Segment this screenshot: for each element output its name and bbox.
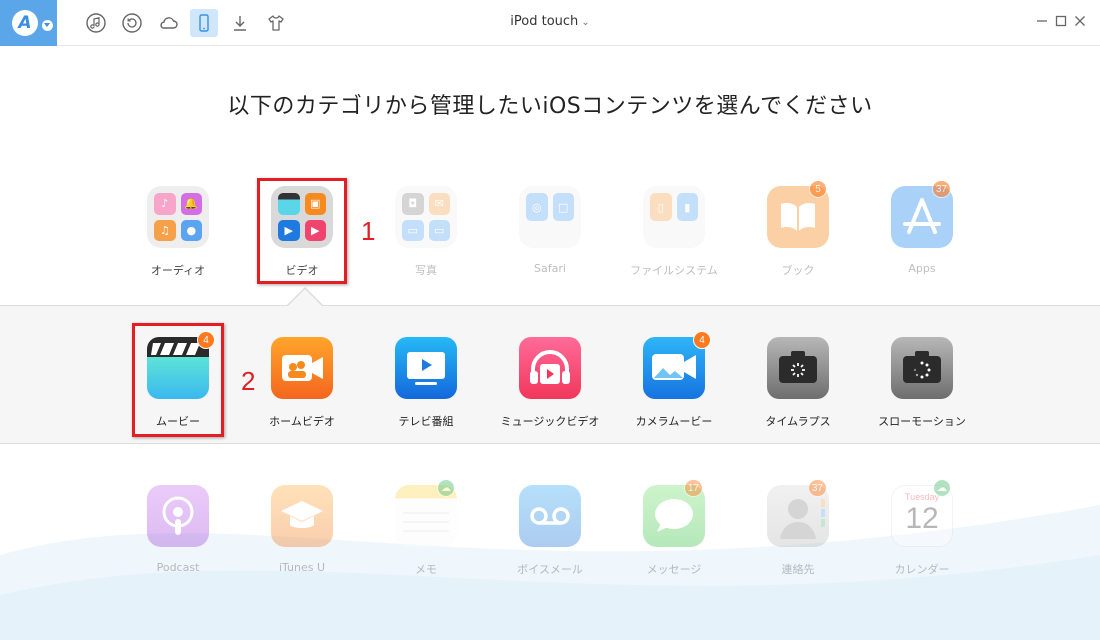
podcast-icon (147, 485, 209, 547)
timelapse-icon (767, 337, 829, 399)
category-filesystem[interactable]: ▯ ▮ ファイルシステム (624, 186, 724, 278)
subcategory-slow-motion[interactable]: スローモーション (872, 337, 972, 429)
calendar-date: 12 (905, 502, 939, 535)
music-video-icon (519, 337, 581, 399)
subcategory-tv-shows[interactable]: テレビ番組 (376, 337, 476, 429)
category-messages[interactable]: 17 メッセージ (624, 479, 724, 577)
annotation-box-video (257, 178, 347, 284)
cloud-sync-icon: ☁ (933, 479, 951, 497)
category-apps[interactable]: 37 Apps (872, 180, 972, 275)
camera-movie-icon: 4 (643, 331, 711, 399)
subcategory-label: スローモーション (878, 415, 966, 428)
tv-shows-icon (395, 337, 457, 399)
category-contacts[interactable]: 37 連絡先 (748, 479, 848, 577)
category-label: ボイスメール (517, 563, 583, 576)
filesystem-folder-icon: ▯ ▮ (643, 186, 705, 248)
voicemail-icon (519, 485, 581, 547)
device-name: iPod touch (510, 14, 579, 29)
subcategory-home-video[interactable]: ホームビデオ (252, 337, 352, 429)
books-count-badge: 5 (809, 180, 827, 198)
panel-pointer-fill (288, 289, 322, 306)
category-books[interactable]: 5 ブック (748, 180, 848, 278)
category-audio[interactable]: ♪ 🔔 ♫ ● オーディオ (128, 186, 228, 278)
category-itunes-u[interactable]: iTunes U (252, 485, 352, 574)
category-podcast[interactable]: Podcast (128, 485, 228, 574)
category-label: ブック (781, 264, 815, 277)
category-calendar[interactable]: Tuesday 12 ☁ カレンダー (872, 479, 972, 577)
close-button[interactable] (1072, 13, 1088, 29)
category-label: ファイルシステム (630, 264, 718, 277)
audio-folder-icon: ♪ 🔔 ♫ ● (147, 186, 209, 248)
minimize-button[interactable] (1034, 13, 1050, 29)
annotation-step-2: 2 (241, 366, 256, 396)
slow-motion-icon (891, 337, 953, 399)
subcategory-label: タイムラプス (765, 415, 831, 428)
photos-folder-icon: ◘ ✉ ▭ ▭ (395, 186, 457, 248)
category-label: オーディオ (150, 264, 206, 277)
category-notes[interactable]: ☁ メモ (376, 479, 476, 577)
subcategory-music-video[interactable]: ミュージックビデオ (500, 337, 600, 429)
title-bar: A iPod touch ⌄ (0, 0, 1100, 46)
safari-folder-icon: ◎ □ (519, 186, 581, 248)
annotation-step-1: 1 (361, 216, 376, 246)
category-label: メモ (415, 563, 437, 576)
subcategory-label: ミュージックビデオ (500, 415, 600, 428)
cloud-sync-icon: ☁ (437, 479, 455, 497)
subcategory-camera-movie[interactable]: 4 カメラムービー (624, 331, 724, 429)
category-label: iTunes U (278, 561, 326, 574)
subcategory-label: ホームビデオ (269, 415, 335, 428)
subcategory-label: カメラムービー (635, 415, 713, 428)
annotation-box-movies (132, 323, 224, 437)
category-label: Safari (534, 262, 566, 275)
category-label: 写真 (415, 264, 437, 277)
contacts-count-badge: 37 (807, 479, 827, 497)
maximize-button[interactable] (1053, 13, 1069, 29)
category-voicemail[interactable]: ボイスメール (500, 485, 600, 577)
page-heading: 以下のカテゴリから管理したいiOSコンテンツを選んでください (227, 94, 873, 119)
category-label: カレンダー (894, 563, 950, 576)
messages-count-badge: 17 (683, 479, 703, 497)
chevron-down-icon: ⌄ (581, 17, 590, 28)
apps-count-badge: 37 (931, 180, 951, 198)
category-label: 連絡先 (781, 563, 815, 576)
subcategory-label: テレビ番組 (398, 415, 454, 428)
subcategory-timelapse[interactable]: タイムラプス (748, 337, 848, 429)
category-photos[interactable]: ◘ ✉ ▭ ▭ 写真 (376, 186, 476, 278)
device-selector[interactable]: iPod touch ⌄ (0, 14, 1100, 29)
category-safari[interactable]: ◎ □ Safari (500, 186, 600, 275)
category-label: Podcast (156, 561, 200, 574)
home-video-icon (271, 337, 333, 399)
category-label: Apps (908, 262, 936, 275)
category-label: メッセージ (646, 563, 702, 576)
camera-movie-count-badge: 4 (693, 331, 711, 349)
itunes-u-icon (271, 485, 333, 547)
